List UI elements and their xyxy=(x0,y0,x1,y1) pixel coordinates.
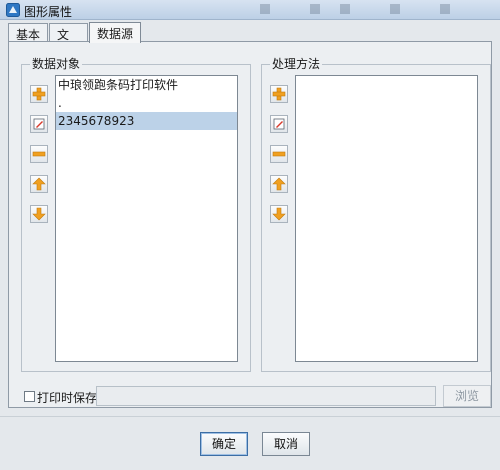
move-down-data-button[interactable] xyxy=(30,205,48,223)
data-objects-title: 数据对象 xyxy=(30,57,83,71)
move-down-icon xyxy=(32,207,46,221)
tab-text[interactable]: 文字 xyxy=(49,23,88,59)
print-save-label: 打印时保存 xyxy=(37,391,98,405)
processing-methods-group: 处理方法 xyxy=(261,57,491,372)
edit-icon xyxy=(33,118,45,130)
app-icon xyxy=(6,3,20,17)
data-objects-list[interactable]: 中琅领跑条码打印软件 . 2345678923 xyxy=(55,75,238,362)
remove-icon xyxy=(32,151,46,157)
list-item[interactable]: . xyxy=(56,94,237,112)
toolbar-background-icons xyxy=(260,4,450,14)
processing-methods-title: 处理方法 xyxy=(270,57,323,71)
data-objects-group: 数据对象 中琅领跑条码打印软件 . 2345678923 xyxy=(21,57,251,372)
move-down-method-button[interactable] xyxy=(270,205,288,223)
browse-button[interactable]: 浏览 xyxy=(443,385,491,407)
remove-icon xyxy=(272,151,286,157)
edit-method-button[interactable] xyxy=(270,115,288,133)
ok-button[interactable]: 确定 xyxy=(200,432,248,456)
window-title: 图形属性 xyxy=(24,5,73,19)
tab-data-source[interactable]: 数据源 xyxy=(89,22,141,43)
edit-data-button[interactable] xyxy=(30,115,48,133)
dialog-window: 图形属性 基本 文字 数据源 数据对象 xyxy=(0,0,500,470)
save-path-field[interactable] xyxy=(96,386,436,406)
move-up-icon xyxy=(32,177,46,191)
add-data-button[interactable] xyxy=(30,85,48,103)
add-icon xyxy=(32,87,46,101)
remove-data-button[interactable] xyxy=(30,145,48,163)
add-method-button[interactable] xyxy=(270,85,288,103)
list-item[interactable]: 中琅领跑条码打印软件 xyxy=(56,76,237,94)
move-down-icon xyxy=(272,207,286,221)
move-up-method-button[interactable] xyxy=(270,175,288,193)
remove-method-button[interactable] xyxy=(270,145,288,163)
add-icon xyxy=(272,87,286,101)
data-source-panel: 数据对象 中琅领跑条码打印软件 . 2345678923 处理方法 xyxy=(8,41,492,408)
processing-methods-list[interactable] xyxy=(295,75,478,362)
edit-icon xyxy=(273,118,285,130)
move-up-data-button[interactable] xyxy=(30,175,48,193)
cancel-button[interactable]: 取消 xyxy=(262,432,310,456)
print-save-checkbox[interactable] xyxy=(24,391,35,402)
list-item-selected[interactable]: 2345678923 xyxy=(56,112,237,130)
title-bar[interactable]: 图形属性 xyxy=(0,0,500,20)
move-up-icon xyxy=(272,177,286,191)
footer-divider xyxy=(0,416,500,417)
tab-basic[interactable]: 基本 xyxy=(8,23,48,43)
